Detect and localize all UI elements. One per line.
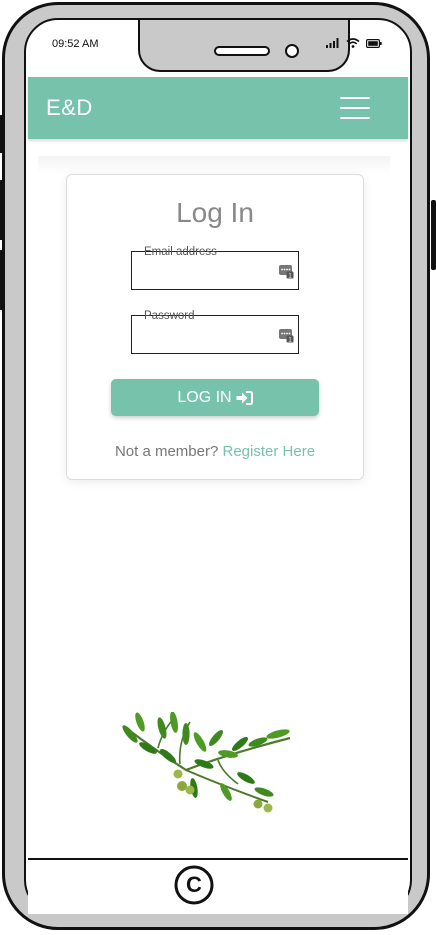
phone-side-button [0,115,4,153]
password-manager-icon[interactable]: 1 [278,263,294,279]
status-icons [326,38,382,48]
front-camera [285,44,299,58]
phone-notch [138,20,350,72]
svg-text:C: C [186,872,202,897]
phone-side-button [0,250,4,310]
login-card: Log In Email address 1 Password 1 LOG IN [66,174,364,480]
register-link[interactable]: Register Here [223,443,316,460]
olive-branch-illustration [122,712,291,813]
sign-in-icon [236,390,253,405]
member-prompt-text: Not a member? [114,443,219,460]
register-prompt: Not a member? Register Here [67,443,363,460]
signal-icon [326,38,339,48]
phone-side-button [0,180,4,240]
password-input[interactable] [132,316,298,353]
email-input[interactable] [132,252,298,289]
copyright-icon: C [174,865,214,905]
password-field: Password 1 [131,310,299,354]
app-navbar: E&D [28,77,408,139]
email-field: Email address 1 [131,246,299,290]
wifi-icon [346,38,360,48]
footer: C [28,858,408,914]
hamburger-menu-icon[interactable] [340,96,370,120]
content-top-band [38,156,390,174]
battery-icon [366,38,382,48]
page-title: Log In [176,197,254,228]
phone-side-button [431,200,436,270]
speaker-grille [214,46,270,56]
login-button-label: LOG IN [177,388,232,406]
brand-logo[interactable]: E&D [46,95,93,121]
status-time: 09:52 AM [52,38,99,50]
login-button[interactable]: LOG IN [111,379,319,416]
password-manager-icon[interactable]: 1 [278,327,294,343]
